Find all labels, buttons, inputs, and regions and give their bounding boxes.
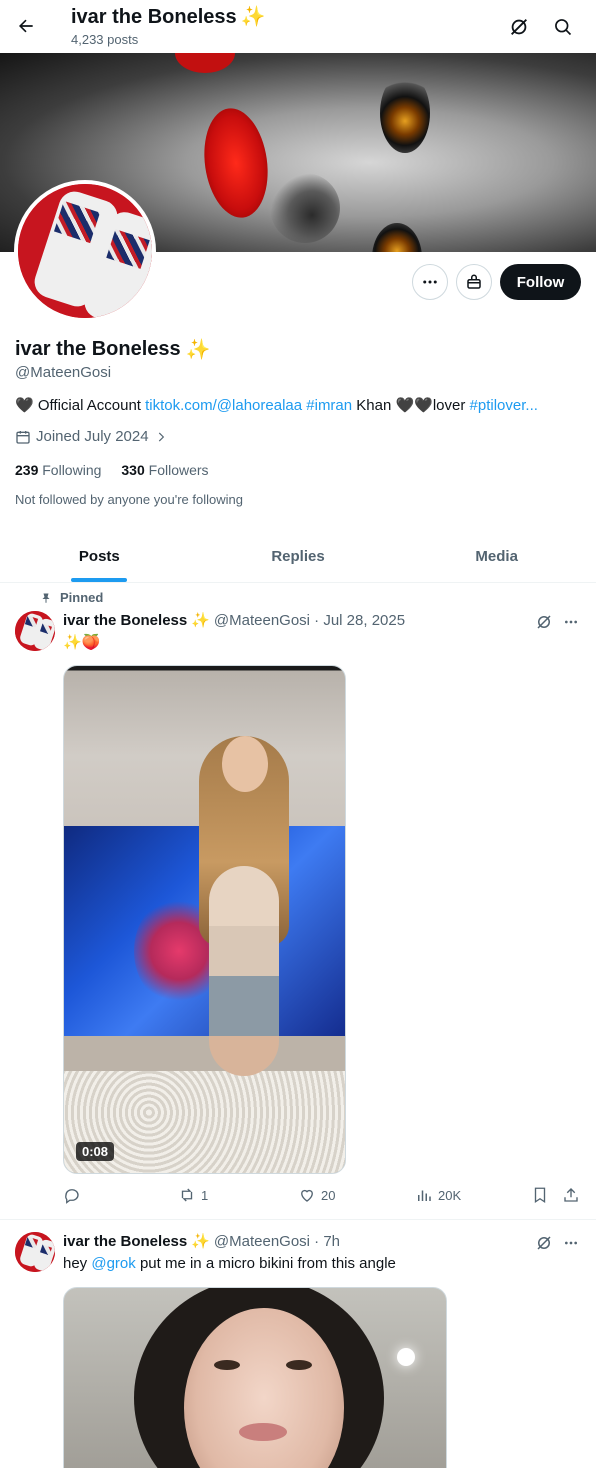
followers-count: 330: [121, 462, 145, 478]
grok-post-button[interactable]: [533, 1232, 555, 1254]
more-options-button[interactable]: [412, 264, 448, 300]
joined-date: Joined July 2024: [36, 428, 149, 445]
heart-icon: [301, 1189, 313, 1202]
post-text-prefix: hey: [63, 1255, 92, 1272]
bookmark-icon: [534, 1187, 546, 1204]
bio-text: 🖤 Official Account: [15, 397, 146, 414]
grok-icon: [537, 1236, 551, 1250]
pinned-text: Pinned: [60, 590, 104, 605]
repost-button[interactable]: 1: [178, 1186, 208, 1204]
post-text-suffix: put me in a micro bikini from this angle: [135, 1255, 396, 1272]
following-link[interactable]: 239 Following: [15, 462, 101, 478]
following-count: 239: [15, 462, 39, 478]
pinned-label: Pinned: [40, 590, 103, 605]
like-button[interactable]: 20: [298, 1186, 335, 1204]
bio-link[interactable]: tiktok.com/@lahorealaa: [145, 397, 302, 414]
post-author-name[interactable]: ivar the Boneless: [63, 612, 187, 629]
sparkles-emoji: ✨: [185, 339, 211, 361]
tab-media[interactable]: Media: [397, 530, 596, 582]
following-label: Following: [42, 462, 102, 478]
post-text: hey @grok put me in a micro bikini from …: [63, 1254, 396, 1274]
views-count: 20K: [438, 1187, 462, 1203]
sparkles-emoji: ✨: [240, 6, 266, 28]
chevron-right-icon: [158, 432, 164, 441]
top-bar: ivar the Boneless ✨ 4,233 posts: [0, 0, 596, 53]
calendar-icon: [16, 430, 30, 444]
bio-text-middle: Khan 🖤🖤lover: [352, 397, 470, 414]
post-divider: [0, 1219, 596, 1220]
header-title-text: ivar the Boneless: [71, 6, 237, 28]
repost-icon: [181, 1188, 193, 1202]
bookmark-button[interactable]: [531, 1186, 549, 1204]
post-meta[interactable]: @MateenGosi · Jul 28, 2025: [214, 612, 405, 629]
post-more-button[interactable]: [560, 611, 582, 633]
pin-icon: [42, 593, 50, 603]
more-icon: [423, 280, 437, 284]
views-icon: [418, 1190, 431, 1201]
posts-count: 4,233 posts: [71, 32, 139, 47]
like-count: 20: [321, 1187, 336, 1203]
more-icon: [565, 1241, 577, 1245]
profile-bio: 🖤 Official Account tiktok.com/@lahoreala…: [15, 396, 585, 416]
header-title: ivar the Boneless ✨: [71, 6, 266, 28]
post-header: ivar the Boneless ✨ @MateenGosi · Jul 28…: [63, 611, 405, 630]
post-more-button[interactable]: [560, 1232, 582, 1254]
grok-icon: [511, 19, 527, 35]
post-image[interactable]: [63, 1287, 447, 1468]
tab-posts[interactable]: Posts: [0, 530, 199, 582]
share-icon: [564, 1188, 578, 1202]
post-author-name[interactable]: ivar the Boneless: [63, 1233, 187, 1250]
grok-button[interactable]: [506, 14, 532, 40]
follow-button[interactable]: Follow: [500, 264, 581, 300]
profile-handle: @MateenGosi: [15, 364, 112, 381]
bio-hashtag[interactable]: #imran: [306, 397, 352, 414]
grok-icon: [537, 615, 551, 629]
profile-name: ivar the Boneless ✨: [15, 337, 211, 362]
profile-name-text: ivar the Boneless: [15, 338, 181, 360]
more-icon: [565, 620, 577, 624]
profile-tabs: Posts Replies Media: [0, 530, 596, 583]
bio-hashtag[interactable]: #ptilover...: [470, 397, 538, 414]
post-video[interactable]: 0:08: [63, 665, 346, 1174]
tab-replies[interactable]: Replies: [199, 530, 398, 582]
post-actions: 1 20 20K: [63, 1186, 583, 1208]
followers-link[interactable]: 330 Followers: [121, 462, 208, 478]
subscribe-button[interactable]: [456, 264, 492, 300]
post-meta[interactable]: @MateenGosi · 7h: [214, 1233, 340, 1250]
profile-avatar[interactable]: [14, 180, 156, 322]
search-icon: [555, 19, 572, 36]
sparkles-emoji: ✨: [191, 1233, 210, 1250]
reply-button[interactable]: [63, 1186, 81, 1204]
sparkles-emoji: ✨: [191, 612, 210, 629]
post-text: ✨🍑: [63, 634, 101, 651]
not-followed-note: Not followed by anyone you're following: [15, 492, 243, 507]
joined-date-link[interactable]: Joined July 2024: [15, 428, 168, 445]
share-button[interactable]: [562, 1186, 580, 1204]
post-mention[interactable]: @grok: [91, 1255, 135, 1272]
post-avatar[interactable]: [15, 611, 55, 651]
repost-count: 1: [201, 1187, 209, 1203]
followers-label: Followers: [148, 462, 209, 478]
header-title-block: ivar the Boneless ✨ 4,233 posts: [71, 6, 266, 47]
reply-icon: [65, 1189, 79, 1204]
post-header: ivar the Boneless ✨ @MateenGosi · 7h: [63, 1232, 340, 1251]
grok-post-button[interactable]: [533, 611, 555, 633]
video-duration: 0:08: [76, 1142, 115, 1161]
search-button[interactable]: [550, 14, 576, 40]
post-avatar[interactable]: [15, 1232, 55, 1272]
follow-stats: 239 Following 330 Followers: [15, 462, 209, 478]
back-button[interactable]: [12, 12, 40, 40]
gift-icon: [467, 274, 481, 289]
arrow-left-icon: [19, 19, 33, 33]
views-button[interactable]: 20K: [415, 1186, 461, 1204]
